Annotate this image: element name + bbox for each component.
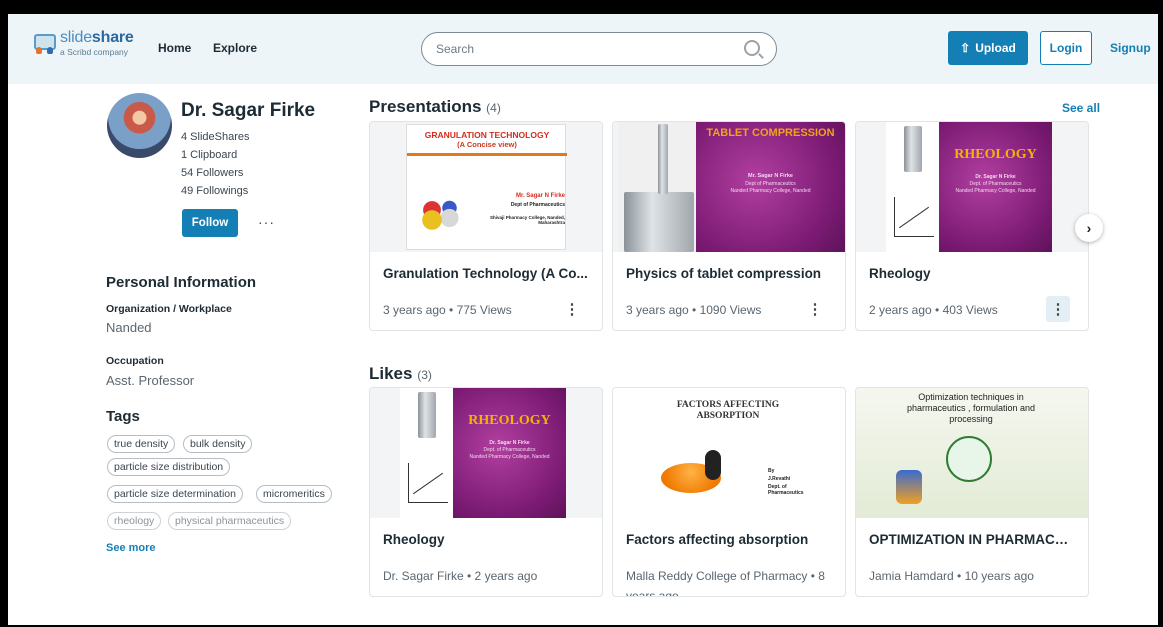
tag-chip[interactable]: physical pharmaceutics: [168, 512, 292, 530]
upload-button[interactable]: ⇧ Upload: [948, 31, 1028, 65]
thumb-college: Shivaji Pharmacy College, Nanded, Mahara…: [489, 215, 565, 225]
thumb-subtitle: (A Concise view): [457, 140, 517, 149]
presentation-card[interactable]: TABLET COMPRESSION Mr. Sagar N Firke Dep…: [612, 121, 846, 331]
thumb-title: FACTORS AFFECTING ABSORPTION: [676, 400, 780, 421]
robot-image: [896, 470, 922, 504]
tag-chip[interactable]: true density: [107, 435, 176, 453]
org-label: Organization / Workplace: [106, 303, 232, 315]
granules-image: [411, 200, 481, 240]
slideshare-logo-icon: [34, 34, 56, 56]
profile-avatar[interactable]: [107, 93, 172, 158]
likes-count: (3): [417, 368, 432, 382]
tags-heading: Tags: [106, 408, 140, 425]
carousel-next-icon[interactable]: ›: [1075, 214, 1103, 242]
presentation-card[interactable]: GRANULATION TECHNOLOGY (A Concise view) …: [369, 121, 603, 331]
thumb-title: TABLET COMPRESSION: [706, 127, 835, 139]
thumb-author: Dr. Sagar N Firke: [489, 440, 530, 446]
liked-card[interactable]: Optimization techniques in pharmaceutics…: [855, 387, 1089, 597]
card-title[interactable]: Rheology: [869, 266, 1074, 281]
tag-chip[interactable]: micromeritics: [256, 485, 332, 503]
thumb-dept: Dept of Pharmaceutics: [510, 202, 565, 208]
card-menu-icon[interactable]: ⋮: [560, 296, 584, 322]
likes-title: Likes: [369, 364, 413, 383]
presentations-count: (4): [486, 101, 501, 115]
slide-thumbnail[interactable]: GRANULATION TECHNOLOGY (A Concise view) …: [370, 122, 602, 252]
logo-name-part1: slide: [60, 29, 92, 46]
search-icon[interactable]: [744, 40, 760, 56]
thumb-dept: Dept of Pharmaceutics: [745, 181, 796, 187]
liked-card[interactable]: RHEOLOGY Dr. Sagar N Firke Dept. of Phar…: [369, 387, 603, 597]
card-title[interactable]: Granulation Technology (A Co...: [383, 266, 588, 281]
thumb-title: Optimization techniques in pharmaceutics…: [906, 392, 1036, 424]
personal-info-heading: Personal Information: [106, 274, 257, 291]
tag-chip[interactable]: particle size distribution: [107, 458, 231, 476]
upload-icon: ⇧: [960, 41, 971, 55]
see-more-tags-link[interactable]: See more: [106, 542, 156, 554]
logo-subtitle: a Scribd company: [60, 47, 129, 57]
tag-chip[interactable]: particle size determination: [107, 485, 243, 503]
thumb-dept: Dept. of Pharmaceutics: [768, 484, 804, 496]
thumb-college: Nanded Pharmacy College, Nanded: [955, 188, 1036, 194]
slide-thumbnail[interactable]: RHEOLOGY Dr. Sagar N Firke Dept. of Phar…: [856, 122, 1088, 252]
card-meta: 3 years ago • 1090 Views: [626, 303, 762, 317]
signup-link[interactable]: Signup: [1110, 41, 1151, 55]
thumb-title: RHEOLOGY: [468, 413, 551, 428]
see-all-link[interactable]: See all: [1062, 101, 1100, 115]
presentations-heading: Presentations (4): [369, 97, 501, 117]
card-menu-icon[interactable]: ⋮: [803, 296, 827, 322]
search-box: [421, 32, 777, 66]
stat-slideshares[interactable]: 4 SlideShares: [181, 131, 250, 143]
card-title[interactable]: Factors affecting absorption: [626, 532, 831, 547]
tag-chip[interactable]: bulk density: [183, 435, 253, 453]
thumb-title: RHEOLOGY: [954, 147, 1037, 162]
university-seal: [946, 436, 992, 482]
slideshare-logo[interactable]: slideshare a Scribd company: [34, 29, 134, 58]
nav-explore[interactable]: Explore: [213, 41, 257, 55]
slide-thumbnail[interactable]: TABLET COMPRESSION Mr. Sagar N Firke Dep…: [613, 122, 845, 252]
occupation-label: Occupation: [106, 355, 164, 367]
top-header: slideshare a Scribd company Home Explore…: [8, 14, 1158, 84]
thumb-dept: Dept. of Pharmaceutics: [483, 447, 536, 453]
card-meta: Malla Reddy College of Pharmacy • 8 year…: [626, 569, 825, 597]
logo-name-part2: share: [91, 29, 134, 46]
browser-viewport: slideshare a Scribd company Home Explore…: [8, 14, 1158, 625]
thumb-author: Dr. Sagar N Firke: [975, 174, 1016, 180]
login-button[interactable]: Login: [1040, 31, 1092, 65]
more-options-icon[interactable]: ···: [258, 214, 275, 230]
slide-thumbnail[interactable]: Optimization techniques in pharmaceutics…: [856, 388, 1088, 518]
presentation-card[interactable]: RHEOLOGY Dr. Sagar N Firke Dept. of Phar…: [855, 121, 1089, 331]
thumb-college: Nanded Pharmacy College, Nanded: [469, 454, 550, 460]
tag-chip[interactable]: rheology: [107, 512, 162, 530]
likes-heading: Likes (3): [369, 364, 432, 384]
thumb-author: Mr. Sagar N Firke: [515, 193, 565, 199]
card-meta: 2 years ago • 403 Views: [869, 303, 998, 317]
stat-clipboard[interactable]: 1 Clipboard: [181, 149, 237, 161]
slide-thumbnail[interactable]: RHEOLOGY Dr. Sagar N Firke Dept. of Phar…: [370, 388, 602, 518]
follow-button[interactable]: Follow: [182, 209, 238, 237]
card-meta: Jamia Hamdard • 10 years ago: [869, 569, 1034, 583]
thumb-title: GRANULATION TECHNOLOGY: [424, 130, 550, 140]
org-value: Nanded: [106, 320, 152, 335]
nav-home[interactable]: Home: [158, 41, 191, 55]
upload-label: Upload: [975, 41, 1016, 55]
liked-card[interactable]: FACTORS AFFECTING ABSORPTION By J.Revath…: [612, 387, 846, 597]
card-meta: Dr. Sagar Firke • 2 years ago: [383, 569, 538, 583]
occupation-value: Asst. Professor: [106, 373, 195, 388]
slide-thumbnail[interactable]: FACTORS AFFECTING ABSORPTION By J.Revath…: [613, 388, 845, 518]
card-title[interactable]: OPTIMIZATION IN PHARMACEU...: [869, 532, 1074, 547]
card-title[interactable]: Rheology: [383, 532, 588, 547]
stat-followers[interactable]: 54 Followers: [181, 167, 243, 179]
thumb-dept: Dept. of Pharmaceutics: [969, 181, 1022, 187]
presentations-title: Presentations: [369, 97, 482, 116]
card-menu-icon[interactable]: ⋮: [1046, 296, 1070, 322]
thumb-author: Mr. Sagar N Firke: [748, 173, 793, 179]
thumb-author: J.Revathi: [768, 476, 791, 482]
profile-name: Dr. Sagar Firke: [181, 100, 316, 121]
thumb-college: Nanded Pharmacy College, Nanded: [730, 188, 811, 194]
card-title[interactable]: Physics of tablet compression: [626, 266, 831, 281]
card-meta: 3 years ago • 775 Views: [383, 303, 512, 317]
search-input[interactable]: [422, 33, 722, 65]
thumb-by: By: [768, 468, 775, 474]
stat-followings[interactable]: 49 Followings: [181, 185, 248, 197]
